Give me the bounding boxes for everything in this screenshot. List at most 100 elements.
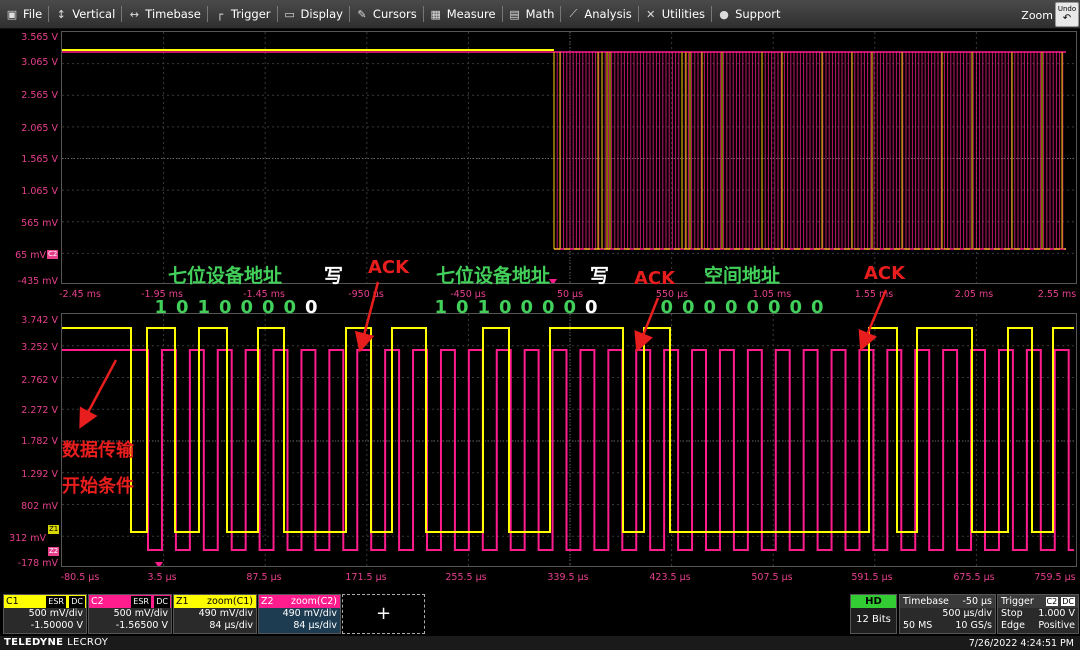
display-icon: ▭ <box>284 7 295 21</box>
lower-waveform-svg <box>62 314 1076 566</box>
bits-row-1: 10100000 <box>150 297 322 318</box>
trigger-source-tag: C2 <box>1045 597 1059 606</box>
lower-x-label: 423.5 µs <box>649 572 691 583</box>
menu-trigger[interactable]: ┌ Trigger <box>208 0 277 29</box>
upper-y-label: 2.565 V <box>21 90 58 101</box>
menu-display[interactable]: ▭ Display <box>278 0 349 29</box>
upper-y-label: -435 mV <box>17 276 58 287</box>
horizontal-arrows-icon: ↔ <box>129 7 139 21</box>
bit: 0 <box>724 297 738 318</box>
timebase-label: Timebase <box>903 596 949 607</box>
timebase-samples: 50 MS <box>903 620 933 631</box>
z2-level-marker[interactable]: Z2 <box>48 547 60 556</box>
zoom-label[interactable]: Zoom <box>1021 9 1053 22</box>
anno-write-1: 写 <box>324 265 344 287</box>
menu-analysis[interactable]: ⟋ Analysis <box>561 0 637 29</box>
cursor-icon: ✎ <box>357 7 367 21</box>
math-icon: ▤ <box>509 7 520 21</box>
c1-descriptor[interactable]: C1 ESR DC 500 mV/div -1.50000 V <box>3 594 87 634</box>
lower-x-label: 3.5 µs <box>147 572 177 583</box>
menu-cursors-label: Cursors <box>372 7 417 21</box>
lower-x-label: 591.5 µs <box>851 572 893 583</box>
menu-utilities[interactable]: ✕ Utilities <box>639 0 711 29</box>
analysis-icon: ⟋ <box>569 7 578 20</box>
brand-logo: TELEDYNE LECROY <box>4 637 108 648</box>
z2-time: 84 µs/div <box>293 620 337 631</box>
trigger-box[interactable]: Trigger C2 DC Stop 1.000 V Edge Positive <box>997 594 1079 634</box>
hd-label: HD <box>851 595 896 608</box>
trigger-slope: Positive <box>1038 620 1075 631</box>
menu-measure[interactable]: ▦ Measure <box>424 0 502 29</box>
upper-waveform-svg <box>62 32 1076 283</box>
c2-scale: 500 mV/div <box>113 608 168 619</box>
lower-y-label: 3.252 V <box>21 342 58 353</box>
bits-row-3: 00000000 <box>656 297 828 318</box>
lower-y-label: -178 mV <box>17 558 58 569</box>
menu-math-label: Math <box>525 7 555 21</box>
undo-icon: ↶ <box>1062 13 1072 24</box>
c1-dc-tag: DC <box>69 596 85 608</box>
menu-cursors[interactable]: ✎ Cursors <box>350 0 423 29</box>
add-trace-button[interactable]: + <box>342 594 425 634</box>
timebase-header: Timebase -50 µs <box>900 595 995 608</box>
vertical-arrows-icon: ↕ <box>56 7 66 21</box>
upper-x-label: -2.45 ms <box>59 289 101 300</box>
z1-name: Z1 <box>176 596 189 607</box>
bottom-bar <box>0 636 1080 650</box>
lower-y-label: 2.272 V <box>21 405 58 416</box>
anno-space-address: 空间地址 <box>704 265 781 287</box>
menu-file[interactable]: ▣ File <box>0 0 48 29</box>
anno-ack-3: ACK <box>864 263 906 284</box>
timebase-value: -50 µs <box>962 596 992 607</box>
c2-esr-tag: ESR <box>131 596 151 608</box>
c2-level-marker[interactable]: C2 <box>47 250 59 259</box>
trigger-header: Trigger C2 DC <box>998 595 1078 608</box>
menu-math[interactable]: ▤ Math <box>503 0 561 29</box>
file-icon: ▣ <box>6 7 18 21</box>
bit: 0 <box>520 297 534 318</box>
menu-trigger-label: Trigger <box>230 7 271 21</box>
timebase-rate: 10 GS/s <box>955 620 992 631</box>
menu-support[interactable]: ● Support <box>712 0 786 29</box>
c2-dc-tag: DC <box>154 596 170 608</box>
bit: 0 <box>681 297 695 318</box>
bit: 1 <box>477 297 491 318</box>
bit: 0 <box>455 297 469 318</box>
upper-y-label: 1.065 V <box>21 186 58 197</box>
upper-x-label: -950 µs <box>348 289 384 300</box>
bit-rw: 0 <box>584 297 598 318</box>
menu-utilities-label: Utilities <box>661 7 706 21</box>
trigger-icon: ┌ <box>216 7 224 21</box>
menu-measure-label: Measure <box>446 7 496 21</box>
c1-name: C1 <box>6 596 19 607</box>
utilities-icon: ✕ <box>646 7 656 21</box>
c1-esr-tag: ESR <box>46 596 66 608</box>
z2-descriptor[interactable]: Z2 zoom(C2) 490 mV/div 84 µs/div <box>258 594 341 634</box>
c2-descriptor[interactable]: C2 ESR DC 500 mV/div -1.56500 V <box>88 594 172 634</box>
z1-header: Z1 zoom(C1) <box>174 595 256 608</box>
z2-source: zoom(C2) <box>291 596 337 607</box>
bit: 0 <box>563 297 577 318</box>
z1-scale: 490 mV/div <box>198 608 253 619</box>
timebase-div: 500 µs/div <box>942 608 992 619</box>
timebase-box[interactable]: Timebase -50 µs 500 µs/div 50 MS 10 GS/s <box>899 594 996 634</box>
menu-vertical-label: Vertical <box>72 7 116 21</box>
lower-y-label: 312 mV <box>9 533 46 544</box>
bit: 0 <box>175 297 189 318</box>
c1-scale: 500 mV/div <box>28 608 83 619</box>
menu-vertical[interactable]: ↕ Vertical <box>49 0 121 29</box>
lower-zoom-grid[interactable] <box>61 313 1077 567</box>
upper-y-label: 65 mV <box>15 250 46 261</box>
z1-descriptor[interactable]: Z1 zoom(C1) 490 mV/div 84 µs/div <box>173 594 257 634</box>
undo-button[interactable]: Undo ↶ <box>1055 2 1079 27</box>
menu-timebase[interactable]: ↔ Timebase <box>122 0 207 29</box>
upper-y-label: 3.065 V <box>21 57 58 68</box>
menu-support-label: Support <box>735 7 781 21</box>
bit: 0 <box>283 297 297 318</box>
z1-level-marker[interactable]: Z1 <box>48 525 60 534</box>
hd-resolution-box[interactable]: HD 12 Bits <box>850 594 897 634</box>
upper-waveform-grid[interactable] <box>61 31 1077 284</box>
lower-y-label: 3.742 V <box>21 315 58 326</box>
bit: 0 <box>498 297 512 318</box>
upper-y-label: 565 mV <box>21 218 58 229</box>
